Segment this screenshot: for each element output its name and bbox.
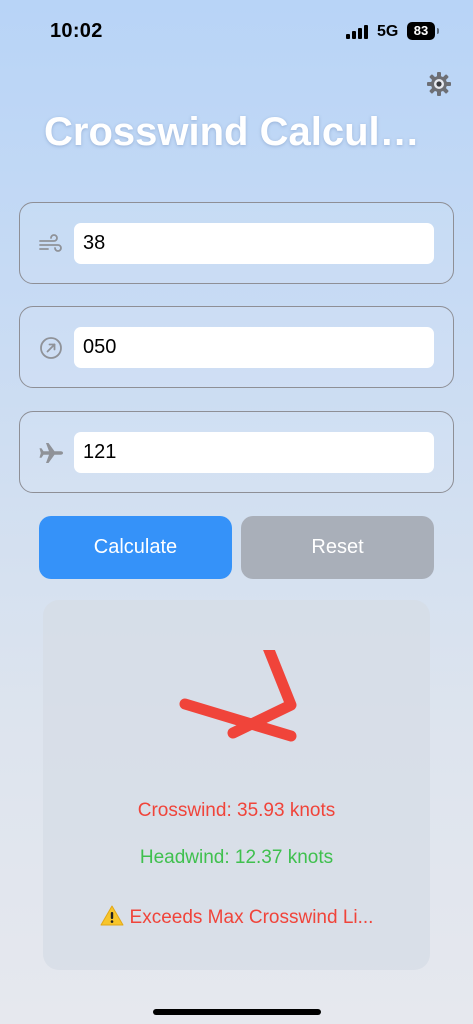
wind-speed-input[interactable] bbox=[74, 223, 434, 264]
status-time: 10:02 bbox=[50, 20, 103, 42]
status-bar: 10:02 5G 83 bbox=[0, 0, 473, 60]
settings-button[interactable] bbox=[426, 71, 452, 97]
crosswind-result: Crosswind: 35.93 knots bbox=[137, 800, 336, 821]
wind-direction-card bbox=[19, 306, 454, 388]
compass-arrow-icon bbox=[38, 335, 64, 361]
wind-speed-card bbox=[19, 202, 454, 284]
warning-icon bbox=[100, 905, 124, 932]
result-card: Crosswind: 35.93 knots Headwind: 12.37 k… bbox=[43, 600, 430, 970]
warning-text: Exceeds Max Crosswind Li... bbox=[129, 907, 374, 928]
airplane-icon bbox=[38, 440, 64, 466]
battery-icon: 83 bbox=[407, 22, 439, 40]
cellular-signal-icon bbox=[346, 25, 370, 39]
network-type: 5G bbox=[377, 23, 399, 40]
runway-heading-card bbox=[19, 411, 454, 493]
reset-button[interactable]: Reset bbox=[241, 516, 434, 579]
wind-direction-input[interactable] bbox=[74, 327, 434, 368]
wind-direction-arrow-icon bbox=[173, 629, 303, 760]
crosswind-warning: Exceeds Max Crosswind Li... bbox=[43, 905, 430, 932]
runway-heading-input[interactable] bbox=[74, 432, 434, 473]
page-title: Crosswind Calcula... bbox=[44, 110, 436, 154]
headwind-result: Headwind: 12.37 knots bbox=[139, 847, 334, 868]
calculate-button[interactable]: Calculate bbox=[39, 516, 232, 579]
home-indicator[interactable] bbox=[153, 1009, 321, 1015]
gear-icon bbox=[427, 72, 451, 96]
wind-icon bbox=[38, 231, 64, 257]
